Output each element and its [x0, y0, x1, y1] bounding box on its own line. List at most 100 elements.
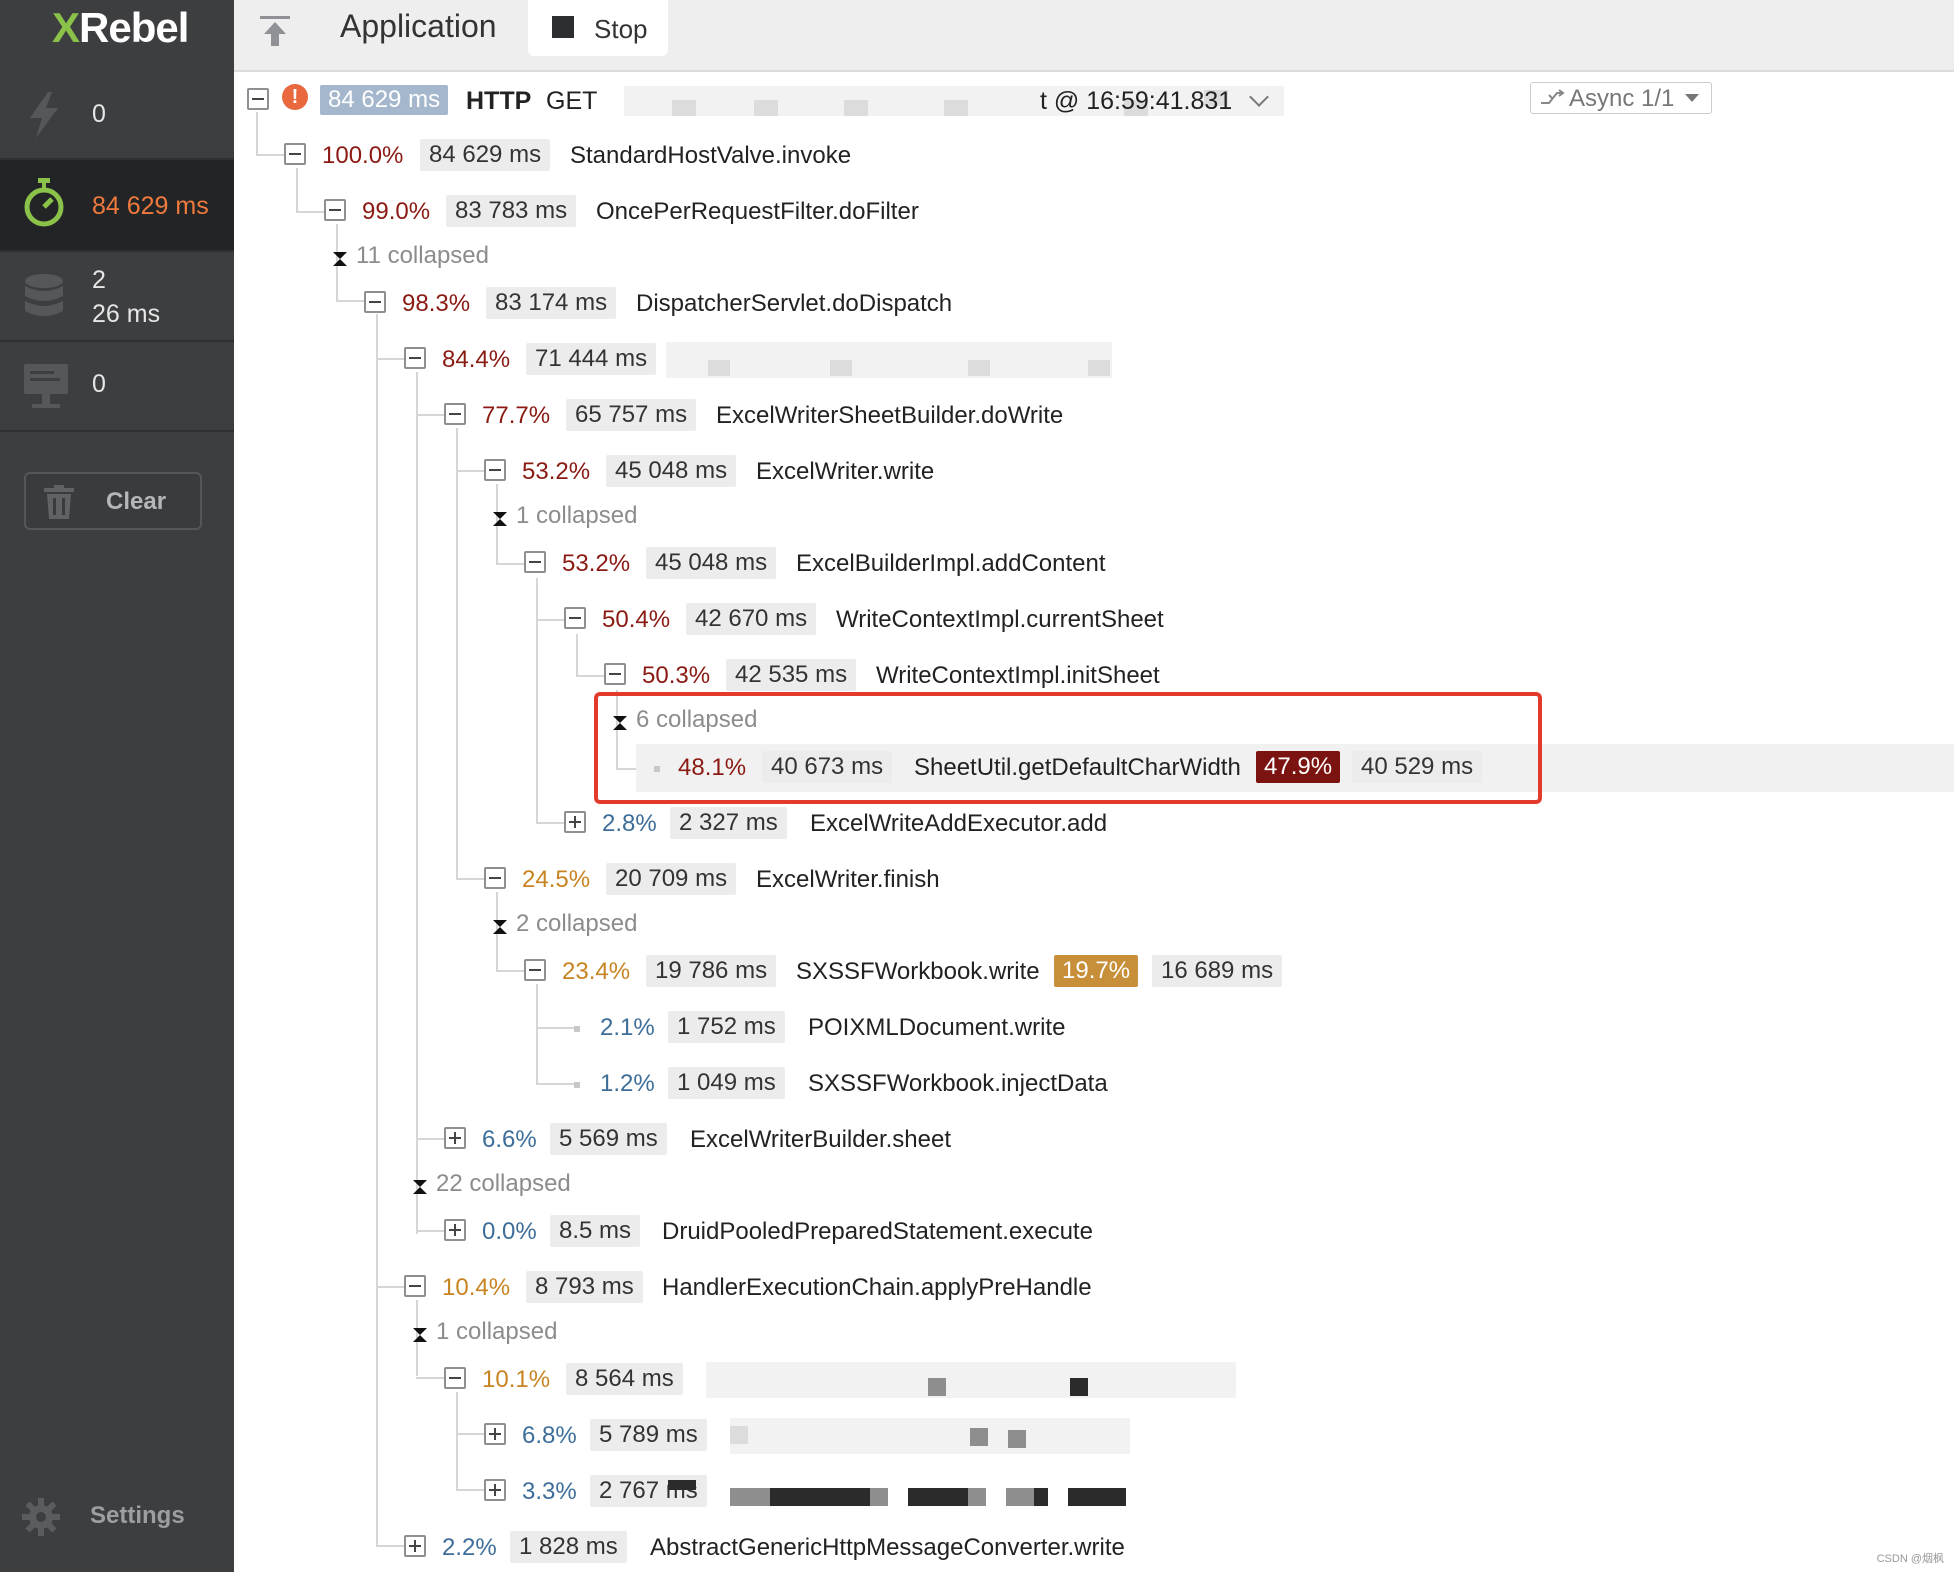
collapsed-count: 1 collapsed	[516, 502, 638, 529]
expand-toggle[interactable]	[404, 1535, 426, 1557]
row-percent: 0.0%	[482, 1218, 537, 1245]
branch-icon	[1539, 88, 1565, 116]
request-duration: 84 629 ms	[320, 85, 449, 115]
row-time: 8 793 ms	[526, 1271, 643, 1303]
collapse-toggle[interactable]	[484, 867, 506, 889]
exclamation-icon: !	[282, 84, 308, 110]
row-percent: 23.4%	[562, 958, 631, 985]
row-percent: 2.8%	[602, 810, 657, 837]
row-method: ExcelBuilderImpl.addContent	[796, 550, 1106, 577]
request-url-time: t @ 16:59:41.831	[1040, 87, 1233, 115]
redacted-method	[668, 1480, 696, 1490]
expand-toggle[interactable]	[564, 811, 586, 833]
request-header: ! 84 629 ms HTTP GET t @ 16:59:41.831 As…	[244, 82, 1944, 118]
row-time: 83 783 ms	[446, 195, 577, 227]
row-time: 1 828 ms	[510, 1531, 627, 1563]
row-percent: 2.2%	[442, 1534, 497, 1561]
expand-toggle[interactable]	[444, 1127, 466, 1149]
row-method: WriteContextImpl.initSheet	[876, 662, 1160, 689]
caret-down-icon	[1685, 94, 1699, 102]
leaf-icon	[574, 1026, 580, 1032]
row-time: 84 629 ms	[420, 139, 551, 171]
row-percent: 24.5%	[522, 866, 591, 893]
collapse-toggle[interactable]	[404, 347, 426, 369]
collapse-toggle[interactable]	[564, 607, 586, 629]
collapse-toggle[interactable]	[524, 551, 546, 573]
row-time: 83 174 ms	[486, 287, 617, 319]
collapsed-count: 11 collapsed	[356, 242, 489, 269]
row-percent: 77.7%	[482, 402, 551, 429]
row-method: OncePerRequestFilter.doFilter	[596, 198, 919, 225]
hourglass-icon	[492, 506, 508, 534]
expand-toggle[interactable]	[484, 1423, 506, 1445]
collapse-toggle[interactable]	[444, 403, 466, 425]
row-method: ExcelWriter.write	[756, 458, 935, 485]
http-method: GET	[546, 87, 598, 115]
row-time: 5 569 ms	[550, 1123, 667, 1155]
hourglass-icon	[332, 246, 348, 274]
row-time: 65 757 ms	[566, 399, 697, 431]
row-percent: 84.4%	[442, 346, 511, 373]
row-method: DruidPooledPreparedStatement.execute	[662, 1218, 1093, 1245]
hourglass-icon	[412, 1322, 428, 1350]
row-method: SXSSFWorkbook.write	[796, 958, 1040, 985]
collapsed-count: 2 collapsed	[516, 910, 638, 937]
row-method: POIXMLDocument.write	[808, 1014, 1066, 1041]
collapse-toggle[interactable]	[484, 459, 506, 481]
collapsed-count: 22 collapsed	[436, 1170, 571, 1197]
collapsed-count: 1 collapsed	[436, 1318, 558, 1345]
row-percent: 99.0%	[362, 198, 431, 225]
collapse-toggle[interactable]	[247, 88, 269, 110]
row-method: ExcelWriterBuilder.sheet	[690, 1126, 951, 1153]
row-time: 2 327 ms	[670, 807, 787, 839]
watermark: CSDN @烟枫	[1876, 1553, 1944, 1565]
leaf-icon	[574, 1082, 580, 1088]
row-time: 8 564 ms	[566, 1363, 683, 1395]
row-percent: 2.1%	[600, 1014, 655, 1041]
row-time: 45 048 ms	[606, 455, 737, 487]
async-dropdown[interactable]: Async 1/1	[1530, 82, 1712, 114]
row-method: ExcelWriter.finish	[756, 866, 940, 893]
row-method: StandardHostValve.invoke	[570, 142, 852, 169]
row-percent: 50.3%	[642, 662, 711, 689]
row-method: DispatcherServlet.doDispatch	[636, 290, 953, 317]
row-time: 45 048 ms	[646, 547, 777, 579]
collapse-toggle[interactable]	[324, 199, 346, 221]
hourglass-icon	[412, 1174, 428, 1202]
redacted-method	[730, 1418, 1130, 1454]
hourglass-icon	[492, 914, 508, 942]
row-time: 8.5 ms	[550, 1215, 641, 1247]
row-time: 1 752 ms	[668, 1011, 785, 1043]
expand-toggle[interactable]	[444, 1219, 466, 1241]
row-percent: 3.3%	[522, 1478, 577, 1505]
row-percent: 50.4%	[602, 606, 671, 633]
row-time: 19 786 ms	[646, 955, 777, 987]
row-percent: 53.2%	[522, 458, 591, 485]
collapse-toggle[interactable]	[524, 959, 546, 981]
row-percent: 98.3%	[402, 290, 471, 317]
redacted-method	[666, 342, 1112, 378]
row-percent: 100.0%	[322, 142, 404, 169]
row-method: AbstractGenericHttpMessageConverter.writ…	[650, 1534, 1125, 1561]
row-percent: 6.8%	[522, 1422, 577, 1449]
collapse-toggle[interactable]	[444, 1367, 466, 1389]
row-method: SXSSFWorkbook.injectData	[808, 1070, 1108, 1097]
row-percent: 53.2%	[562, 550, 631, 577]
row-time: 20 709 ms	[606, 863, 737, 895]
collapse-toggle[interactable]	[364, 291, 386, 313]
row-time: 5 789 ms	[590, 1419, 707, 1451]
row-method: WriteContextImpl.currentSheet	[836, 606, 1164, 633]
collapse-toggle[interactable]	[404, 1275, 426, 1297]
collapse-toggle[interactable]	[604, 663, 626, 685]
row-method: HandlerExecutionChain.applyPreHandle	[662, 1274, 1092, 1301]
row-method: ExcelWriteAddExecutor.add	[810, 810, 1108, 837]
row-percent: 6.6%	[482, 1126, 537, 1153]
row-time: 71 444 ms	[526, 343, 657, 375]
highlight-box	[594, 692, 1542, 804]
collapse-toggle[interactable]	[284, 143, 306, 165]
protocol-label: HTTP	[466, 87, 532, 115]
row-percent: 10.4%	[442, 1274, 511, 1301]
redacted-method	[706, 1362, 1236, 1398]
expand-toggle[interactable]	[484, 1479, 506, 1501]
row-time: 1 049 ms	[668, 1067, 785, 1099]
